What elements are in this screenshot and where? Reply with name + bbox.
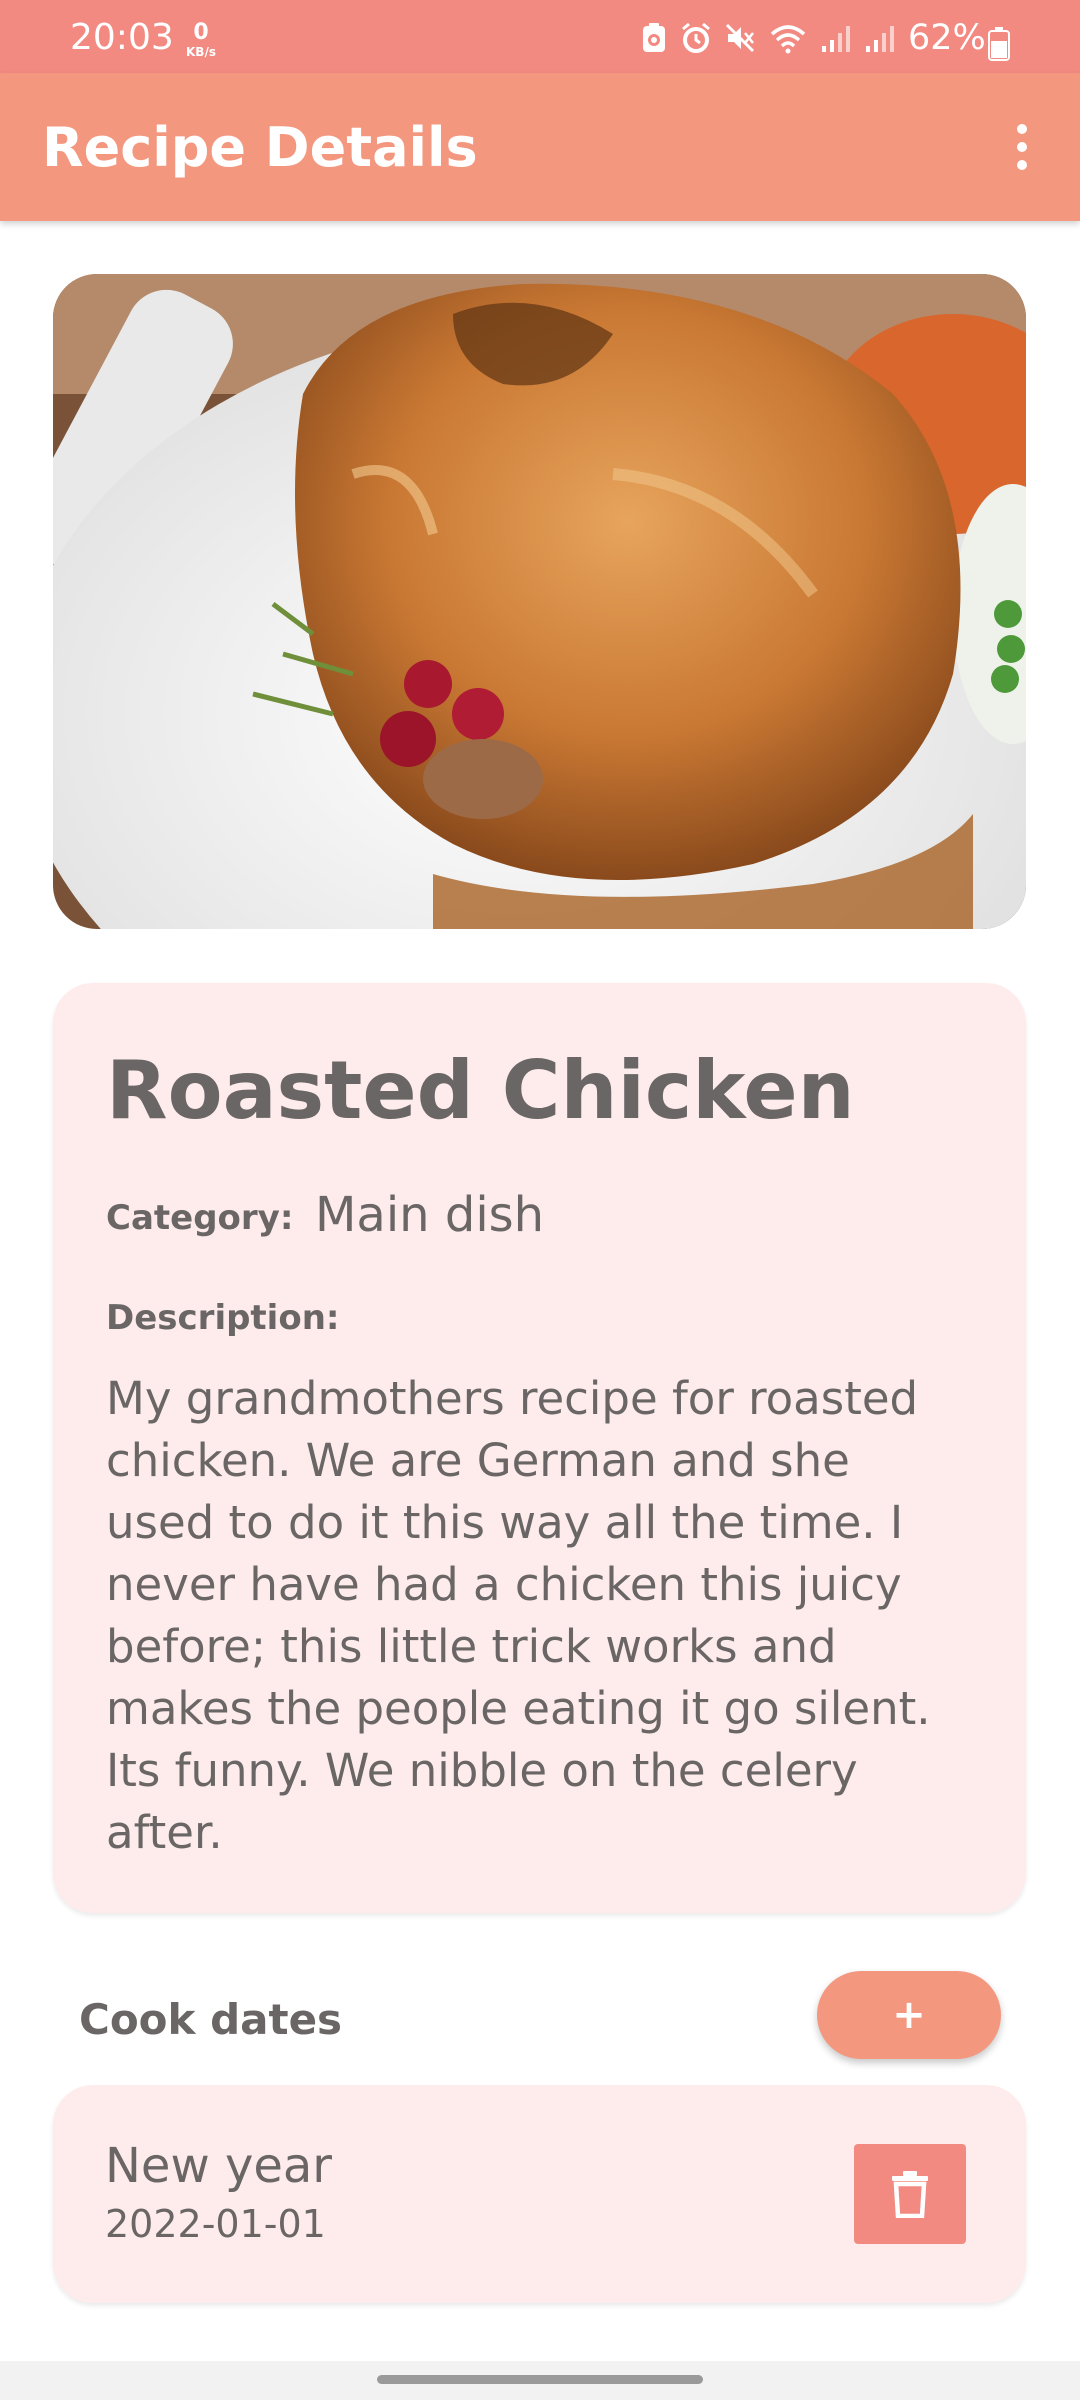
network-speed-value: 0 bbox=[193, 20, 209, 45]
battery-saver-icon bbox=[643, 23, 665, 52]
description-label: Description: bbox=[106, 1298, 340, 1338]
home-indicator[interactable] bbox=[377, 2375, 703, 2384]
more-vert-icon bbox=[1017, 124, 1027, 134]
page-title: Recipe Details bbox=[42, 116, 478, 179]
network-speed-indicator: 0 KB/s bbox=[179, 20, 223, 59]
category-label: Category: bbox=[106, 1198, 294, 1238]
cook-dates-label: Cook dates bbox=[79, 1995, 343, 2044]
cook-date-value: 2022-01-01 bbox=[105, 2202, 326, 2246]
more-vert-icon-dot bbox=[1017, 142, 1027, 152]
cook-date-card: New year 2022-01-01 bbox=[53, 2085, 1026, 2303]
status-bar: 20:03 0 KB/s 62% bbox=[0, 0, 1080, 73]
delete-cook-date-button[interactable] bbox=[854, 2144, 966, 2244]
app-bar: Recipe Details bbox=[0, 73, 1080, 221]
battery-percent: 62% bbox=[908, 18, 986, 58]
category-value: Main dish bbox=[315, 1187, 545, 1243]
more-vert-icon-dot bbox=[1017, 160, 1027, 170]
add-cook-date-button[interactable]: + bbox=[817, 1971, 1001, 2059]
status-icons bbox=[640, 22, 908, 54]
alarm-icon bbox=[682, 22, 710, 53]
more-options-button[interactable] bbox=[996, 117, 1048, 177]
recipe-title: Roasted Chicken bbox=[106, 1044, 855, 1137]
mute-icon bbox=[725, 23, 755, 53]
signal-icon bbox=[822, 26, 850, 52]
signal-icon-2 bbox=[866, 26, 894, 52]
recipe-info-card: Roasted Chicken Category: Main dish Desc… bbox=[53, 983, 1026, 1913]
status-time: 20:03 bbox=[70, 17, 174, 58]
battery-icon bbox=[988, 27, 1010, 61]
wifi-icon bbox=[770, 25, 806, 54]
network-speed-unit: KB/s bbox=[186, 45, 216, 59]
roasted-chicken-photo bbox=[53, 274, 1026, 929]
description-text: My grandmothers recipe for roasted chick… bbox=[106, 1372, 931, 1859]
navigation-bar bbox=[0, 2361, 1080, 2400]
trash-icon bbox=[892, 2171, 928, 2218]
recipe-image bbox=[53, 274, 1026, 929]
cook-date-name: New year bbox=[105, 2138, 333, 2194]
